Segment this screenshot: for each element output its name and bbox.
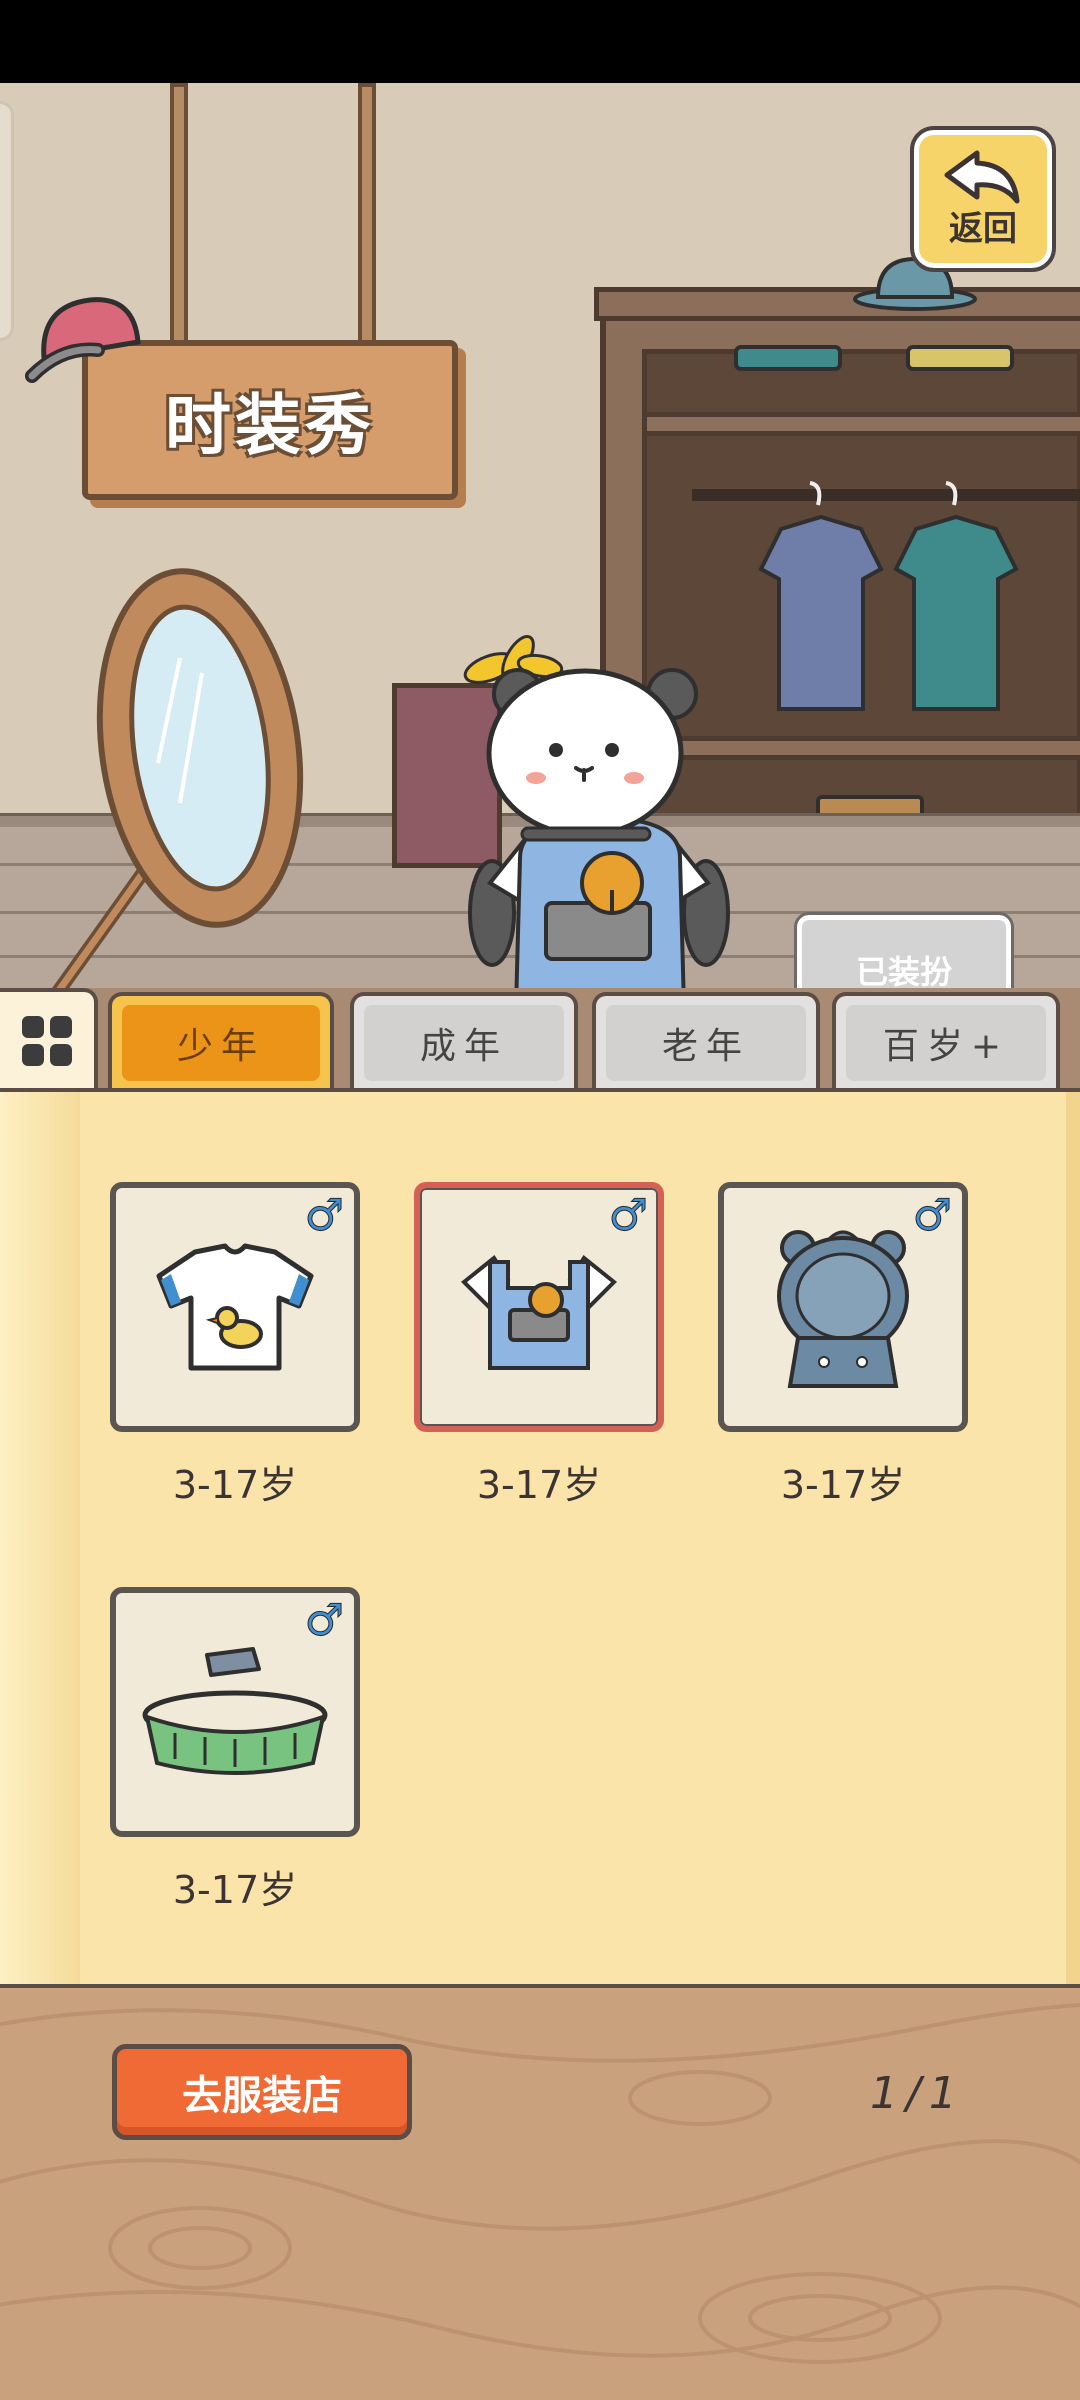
wall-edge <box>0 101 14 341</box>
outfit-card[interactable]: ♂ <box>110 1587 360 1837</box>
item-age-label: 3-17岁 <box>172 1868 298 1912</box>
return-arrow-icon <box>944 150 1020 203</box>
outfit-card[interactable]: ♂ <box>110 1182 360 1432</box>
duck-tshirt-icon <box>156 1243 314 1371</box>
tab-youth-label: 少年 <box>176 1026 265 1067</box>
grid-view-tab[interactable] <box>0 988 98 1090</box>
bell-overalls-icon <box>461 1255 617 1370</box>
tab-centenarian-label: 百岁+ <box>882 1026 1010 1067</box>
mirror-icon <box>52 568 304 988</box>
outfit-item-bear-hoodie[interactable]: ♂ 3-17岁 <box>718 1182 968 1509</box>
outfit-item-bell-overalls[interactable]: ♂ 3-17岁 <box>414 1182 664 1509</box>
male-gender-icon: ♂ <box>912 1190 952 1241</box>
item-age-label: 3-17岁 <box>172 1463 298 1507</box>
outfit-card[interactable]: ♂ <box>718 1182 968 1432</box>
go-to-shop-button[interactable]: 去服装店 <box>112 2044 412 2140</box>
male-gender-icon: ♂ <box>304 1190 344 1241</box>
male-gender-icon: ♂ <box>304 1595 344 1646</box>
bottom-bar: 去服装店 1/1 <box>0 1988 1080 2400</box>
male-gender-icon: ♂ <box>608 1190 648 1241</box>
age-tabs: 少年 成年 老年 百岁+ <box>0 988 1080 1090</box>
status-bar <box>0 0 1080 83</box>
character-avatar <box>463 635 730 988</box>
panel-spine <box>0 1092 80 1984</box>
return-button-label: 返回 <box>949 208 1017 249</box>
tab-elder[interactable]: 老年 <box>592 992 820 1090</box>
cap-icon <box>25 297 141 383</box>
green-ring-skirt-icon <box>142 1647 328 1775</box>
tab-adult[interactable]: 成年 <box>350 992 578 1090</box>
panel-edge <box>1066 1092 1080 1984</box>
dressed-button-label: 已装扮 <box>855 953 952 988</box>
outfit-panel: ♂ 3-17岁 ♂ 3-17岁 ♂ 3-17岁 ♂ 3-17岁 <box>0 1088 1080 1988</box>
outfit-item-green-ring-skirt[interactable]: ♂ 3-17岁 <box>110 1587 360 1914</box>
bear-hoodie-icon <box>777 1230 909 1388</box>
tab-centenarian[interactable]: 百岁+ <box>832 992 1060 1090</box>
tab-elder-label: 老年 <box>661 1026 750 1067</box>
room-scene: 时装秀 已装扮 返回 <box>0 83 1080 988</box>
tab-adult-label: 成年 <box>419 1026 508 1067</box>
go-to-shop-label: 去服装店 <box>182 2073 342 2119</box>
outfit-card-selected[interactable]: ♂ <box>414 1182 664 1432</box>
return-button[interactable]: 返回 <box>910 126 1056 272</box>
item-age-label: 3-17岁 <box>780 1463 906 1507</box>
sign-rope-left <box>170 83 188 345</box>
dressed-button[interactable]: 已装扮 <box>794 912 1014 988</box>
sign-rope-right <box>358 83 376 345</box>
tab-youth[interactable]: 少年 <box>108 992 334 1090</box>
item-age-label: 3-17岁 <box>476 1463 602 1507</box>
outfit-item-duck-tshirt[interactable]: ♂ 3-17岁 <box>110 1182 360 1509</box>
grid-icon <box>22 1016 72 1066</box>
page-title: 时装秀 <box>165 387 375 464</box>
page-indicator: 1/1 <box>870 2068 965 2119</box>
